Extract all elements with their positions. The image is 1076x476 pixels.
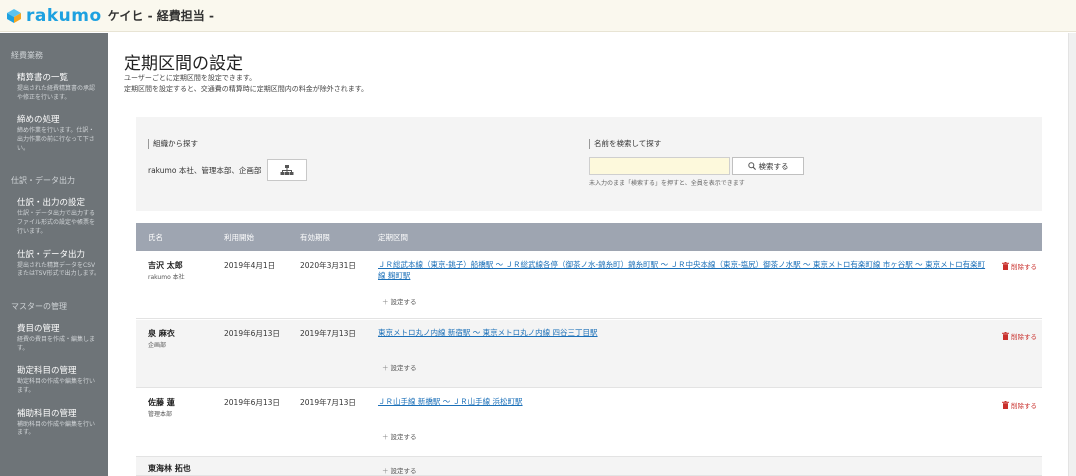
delete-link[interactable]: 削除する	[1002, 261, 1037, 271]
delete-link[interactable]: 削除する	[1002, 400, 1037, 410]
header-start: 利用開始	[224, 233, 254, 242]
sidebar-item-title: 勘定科目の管理	[17, 366, 77, 377]
scrollbar[interactable]	[1068, 33, 1076, 476]
page-description: ユーザーごとに定期区間を設定できます。	[124, 74, 257, 82]
route-link[interactable]: ＪＲ山手線 新橋駅 〜 ＪＲ山手線 浜松町駅	[378, 396, 990, 407]
sidebar: 経費業務 精算書の一覧 提出された経費精算書の承認や修正を行います。 締めの処理…	[0, 33, 108, 476]
page-title: 定期区間の設定	[124, 54, 243, 74]
sidebar-item-accounts[interactable]: 勘定科目の管理 勘定科目の作成や編集を行います。	[0, 358, 108, 400]
main-content: 定期区間の設定 ユーザーごとに定期区間を設定できます。 定期区間を設定すると、交…	[108, 33, 1068, 476]
add-route-label: 設定する	[390, 467, 417, 475]
header-name: 氏名	[148, 233, 163, 242]
org-tree-icon	[280, 164, 294, 175]
trash-icon	[1002, 401, 1009, 409]
sidebar-item-desc: 締め作業を行います。仕訳・出力作業の前に行なって下さい。	[17, 127, 95, 152]
header-end: 有効期限	[300, 233, 330, 242]
user-dept: 企画部	[148, 342, 167, 349]
rakumo-logo-icon	[6, 8, 22, 24]
delete-label: 削除する	[1011, 333, 1037, 341]
sidebar-item-data-output[interactable]: 仕訳・データ出力 提出された精算データをCSVまたはTSV形式で出力します。	[0, 242, 108, 284]
end-date: 2020年3月31日	[300, 261, 356, 270]
search-hint: 未入力のまま「検索する」を押すと、全員を表示できます	[589, 180, 745, 187]
company-title: ケイヒ - 経費担当 -	[107, 9, 214, 23]
start-date: 2019年6月13日	[224, 398, 280, 407]
sidebar-item-output-settings[interactable]: 仕訳・出力の設定 仕訳・データ出力で出力するファイル形式の設定や帳票を行います。	[0, 190, 108, 241]
table-row: 佐藤 蓮 管理本部 2019年6月13日 2019年7月13日 ＪＲ山手線 新橋…	[136, 389, 1042, 457]
search-button[interactable]: 検索する	[732, 157, 804, 175]
start-date: 2019年4月1日	[224, 261, 276, 270]
user-name: 佐藤 蓮	[148, 398, 175, 407]
org-selected-value: rakumo 本社、管理本部、企画部	[148, 165, 262, 175]
org-search-label: 組織から探す	[148, 139, 307, 149]
name-search-input[interactable]	[589, 157, 730, 175]
add-route-link[interactable]: ＋設定する	[382, 296, 417, 306]
sidebar-item-desc: 補助科目の作成や編集を行います。	[17, 420, 96, 437]
route-link[interactable]: 東京メトロ丸ノ内線 新宿駅 〜 東京メトロ丸ノ内線 四谷三丁目駅	[378, 327, 990, 338]
sidebar-item-desc: 提出された精算データをCSVまたはTSV形式で出力します。	[17, 261, 100, 278]
route-link[interactable]: ＪＲ総武本線（東京-銚子）船橋駅 〜 ＪＲ総武線各停（御茶ノ水-錦糸町）錦糸町駅…	[378, 259, 990, 282]
user-name: 東海林 拓也	[148, 464, 191, 473]
end-date: 2019年7月13日	[300, 398, 356, 407]
plus-icon: ＋	[382, 467, 389, 475]
logo[interactable]: rakumo	[6, 6, 102, 26]
org-picker-button[interactable]	[267, 159, 308, 181]
sidebar-item-reports[interactable]: 精算書の一覧 提出された経費精算書の承認や修正を行います。	[0, 65, 108, 107]
sidebar-item-expense-items[interactable]: 費目の管理 経費の費目を作成・編集します。	[0, 316, 108, 358]
add-route-label: 設定する	[390, 364, 417, 372]
plus-icon: ＋	[382, 298, 389, 306]
user-name: 吉沢 太郎	[148, 261, 183, 270]
sidebar-item-title: 補助科目の管理	[17, 408, 77, 419]
delete-link[interactable]: 削除する	[1002, 331, 1037, 341]
table-row: 東海林 拓也 ＋設定する	[136, 457, 1042, 476]
sidebar-item-desc: 提出された経費精算書の承認や修正を行います。	[17, 85, 96, 101]
sidebar-section-title: マスターの管理	[11, 301, 67, 311]
search-panel: 組織から探す rakumo 本社、管理本部、企画部 名前を検索して探す 検索する…	[136, 117, 1042, 211]
user-name: 泉 麻衣	[148, 329, 175, 338]
sidebar-item-title: 費目の管理	[17, 323, 60, 334]
add-route-link[interactable]: ＋設定する	[382, 465, 417, 475]
table-header: 氏名 利用開始 有効期限 定期区間	[136, 223, 1042, 251]
logo-text: rakumo	[26, 5, 102, 26]
delete-label: 削除する	[1011, 402, 1037, 410]
trash-icon	[1002, 332, 1009, 340]
table-row: 泉 麻衣 企画部 2019年6月13日 2019年7月13日 東京メトロ丸ノ内線…	[136, 320, 1042, 388]
user-dept: rakumo 本社	[148, 274, 185, 281]
top-bar: rakumo ケイヒ - 経費担当 -	[0, 0, 1076, 32]
search-icon	[747, 162, 756, 170]
sidebar-item-title: 仕訳・データ出力	[17, 249, 86, 260]
sidebar-section-title: 経費業務	[11, 51, 43, 60]
name-search: 名前を検索して探す 検索する 未入力のまま「検索する」を押すと、全員を表示できま…	[589, 139, 804, 187]
add-route-label: 設定する	[390, 433, 417, 441]
plus-icon: ＋	[382, 433, 389, 441]
header-route: 定期区間	[378, 233, 408, 242]
page-description: 定期区間を設定すると、交通費の精算時に定期区間内の料金が除外されます。	[124, 85, 369, 93]
user-dept: 管理本部	[148, 411, 173, 418]
org-search: 組織から探す rakumo 本社、管理本部、企画部	[148, 139, 308, 181]
table-row: 吉沢 太郎 rakumo 本社 2019年4月1日 2020年3月31日 ＪＲ総…	[136, 251, 1042, 319]
sidebar-item-title: 精算書の一覧	[17, 73, 69, 83]
sidebar-item-title: 仕訳・出力の設定	[17, 198, 86, 209]
sidebar-item-title: 締めの処理	[17, 115, 60, 126]
add-route-link[interactable]: ＋設定する	[382, 362, 417, 372]
plus-icon: ＋	[382, 364, 389, 372]
add-route-link[interactable]: ＋設定する	[382, 431, 417, 441]
sidebar-item-desc: 経費の費目を作成・編集します。	[17, 335, 96, 352]
add-route-label: 設定する	[390, 298, 417, 306]
delete-label: 削除する	[1011, 263, 1037, 271]
sidebar-section-title: 仕訳・データ出力	[11, 176, 75, 186]
sidebar-item-desc: 仕訳・データ出力で出力するファイル形式の設定や帳票を行います。	[17, 210, 96, 235]
search-button-label: 検索する	[758, 161, 789, 171]
sidebar-item-desc: 勘定科目の作成や編集を行います。	[17, 378, 96, 394]
end-date: 2019年7月13日	[300, 329, 356, 338]
sidebar-item-sub-accounts[interactable]: 補助科目の管理 補助科目の作成や編集を行います。	[0, 401, 108, 443]
sidebar-item-closing[interactable]: 締めの処理 締め作業を行います。仕訳・出力作業の前に行なって下さい。	[0, 107, 108, 158]
start-date: 2019年6月13日	[224, 329, 280, 338]
trash-icon	[1002, 262, 1009, 270]
name-search-label: 名前を検索して探す	[589, 139, 804, 149]
